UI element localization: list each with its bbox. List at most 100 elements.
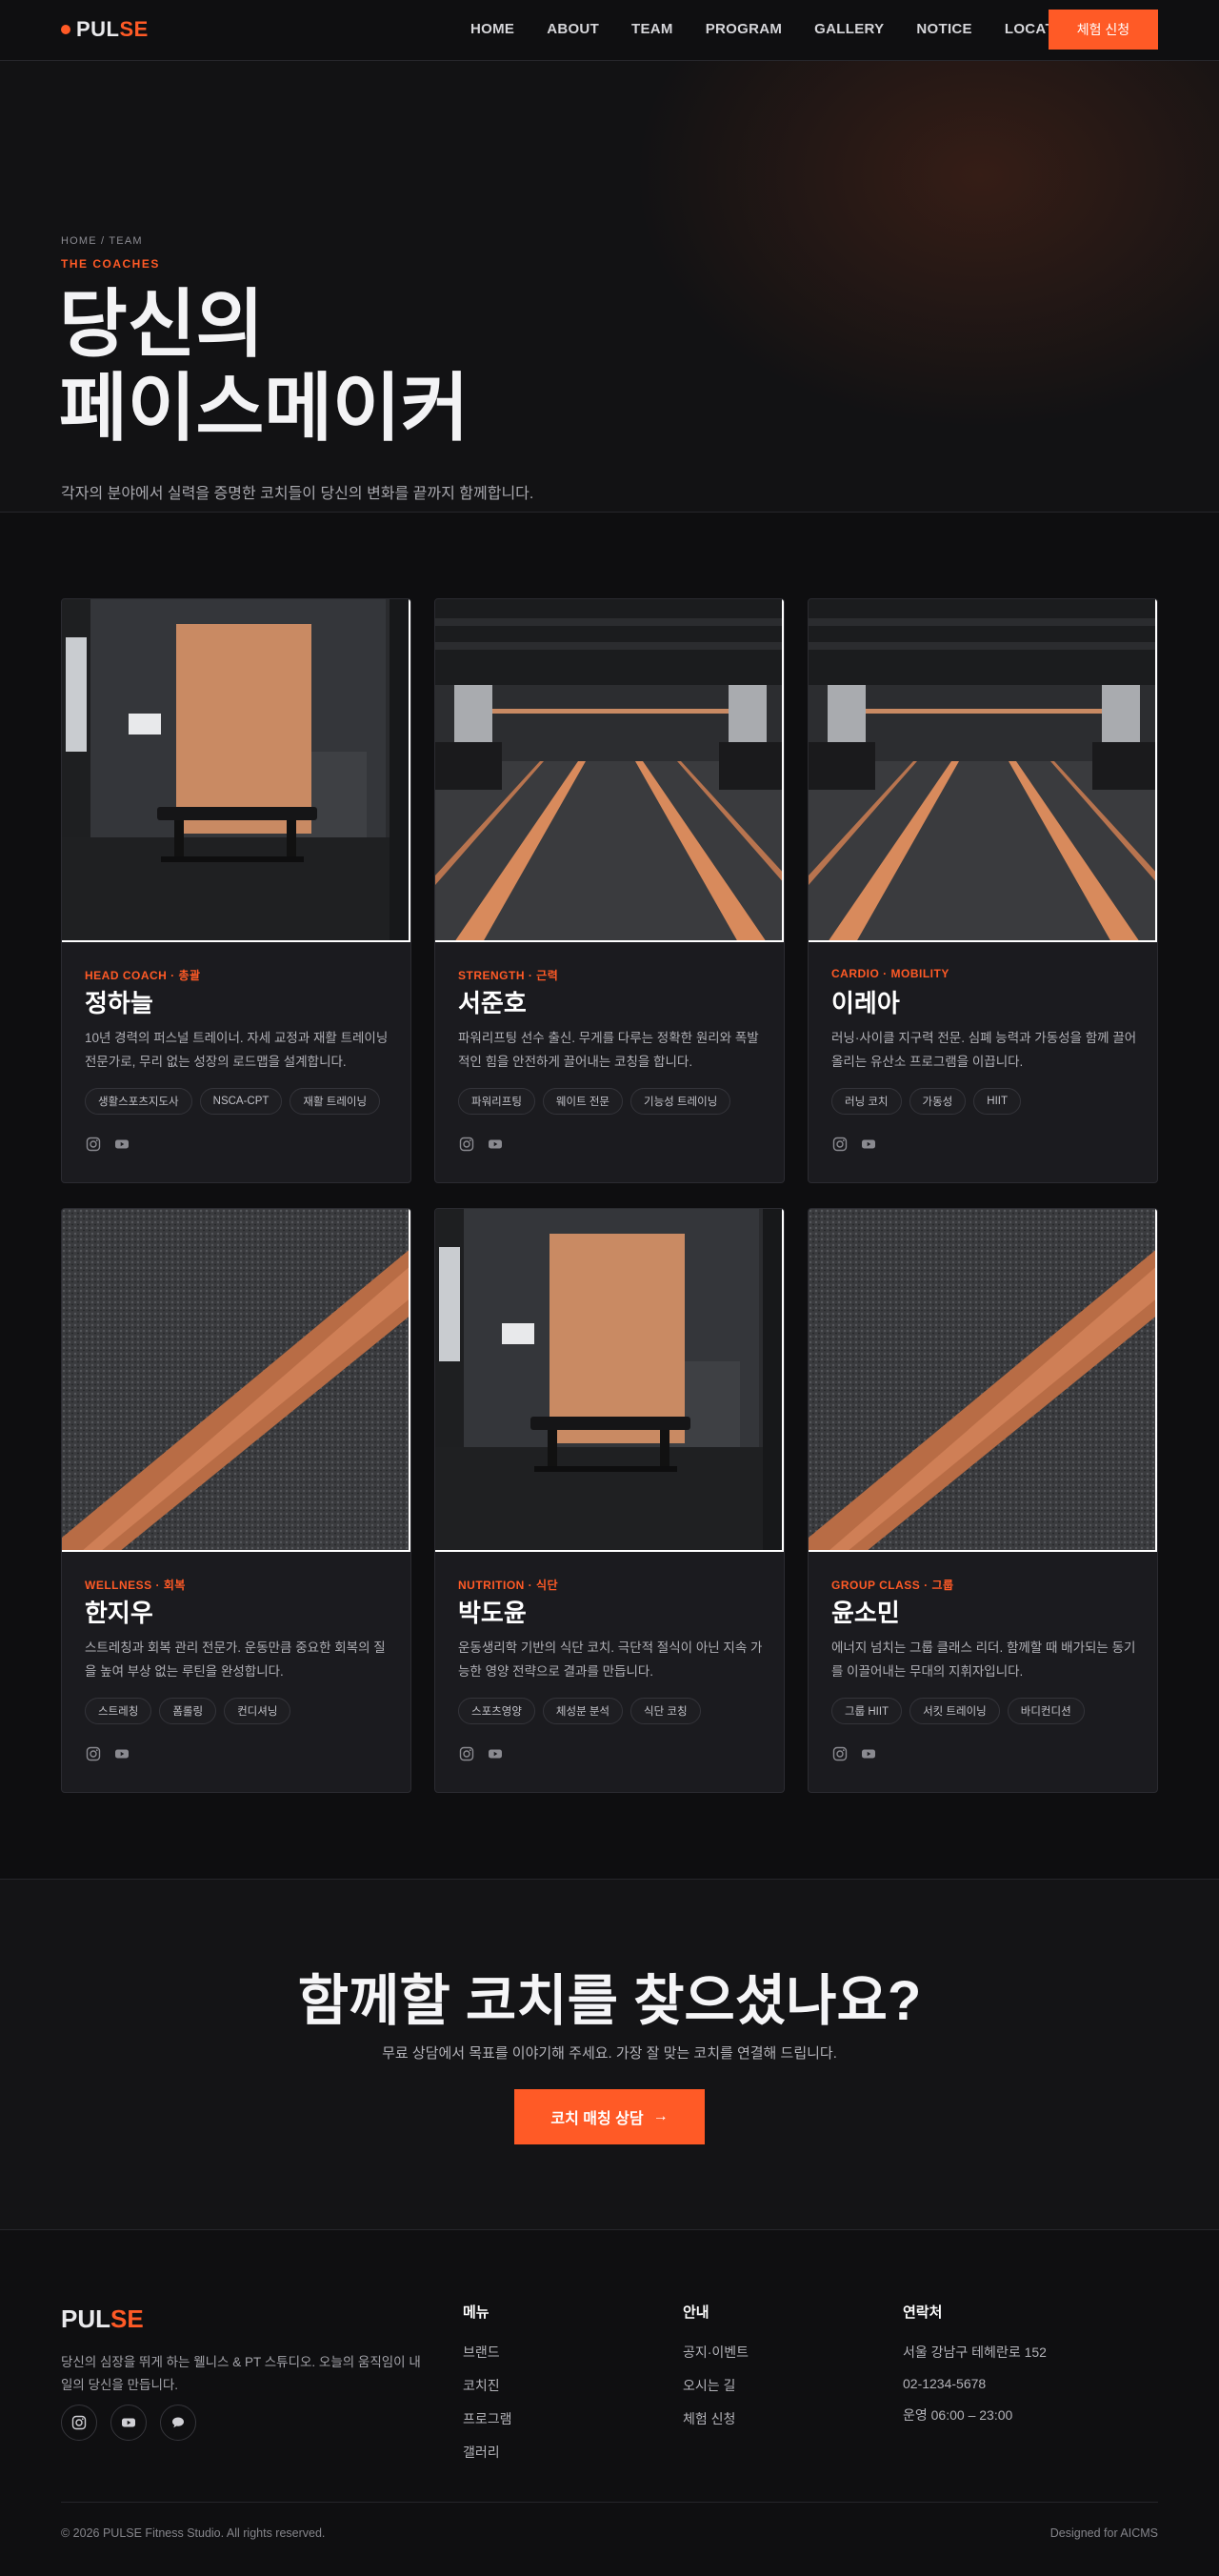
instagram-icon[interactable] (85, 1745, 102, 1762)
cta-title: 함께할 코치를 찾으셨나요? (297, 1970, 922, 2032)
coach-tag: 그룹 HIIT (831, 1698, 903, 1724)
footer-logo-accent: SE (110, 2304, 144, 2333)
cta-text: 무료 상담에서 목표를 이야기해 주세요. 가장 잘 맞는 코치를 연결해 드립… (382, 2045, 837, 2062)
breadcrumb: HOME / TEAM (61, 235, 143, 247)
coach-name: 박도윤 (458, 1599, 527, 1627)
youtube-icon[interactable] (113, 1136, 130, 1153)
coach-name: 한지우 (85, 1599, 153, 1627)
copyright: © 2026 PULSE Fitness Studio. All rights … (61, 2526, 326, 2540)
logo[interactable]: PUL SE (61, 17, 149, 42)
site-footer: PULSE 당신의 심장을 뛰게 하는 웰니스 & PT 스튜디오. 오늘의 움… (0, 2230, 1219, 2576)
footer-menu-title: 메뉴 (463, 2304, 490, 2321)
coach-tags: 러닝 코치 가동성 HIIT (831, 1088, 1021, 1115)
coach-card[interactable]: HEAD COACH · 총괄 정하늘 10년 경력의 퍼스널 트레이너. 자세… (61, 598, 411, 1183)
youtube-icon[interactable] (860, 1745, 877, 1762)
coach-card[interactable]: WELLNESS · 회복 한지우 스트레칭과 회복 관리 전문가. 운동만큼 … (61, 1208, 411, 1793)
footer-phone: 02-1234-5678 (903, 2376, 987, 2391)
hero-subtitle: 각자의 분야에서 실력을 증명한 코치들이 당신의 변화를 끝까지 함께합니다. (61, 486, 534, 502)
footer-logo[interactable]: PULSE (61, 2304, 144, 2334)
footer-link-coaches[interactable]: 코치진 (463, 2376, 512, 2395)
coach-tag: 가동성 (909, 1088, 967, 1115)
coach-socials (85, 1136, 130, 1153)
footer-logo-main: PUL (61, 2304, 110, 2333)
coach-description: 에너지 넘치는 그룹 클래스 리더. 함께할 때 배가되는 동기를 이끌어내는 … (831, 1640, 1136, 1679)
hero-section: HOME / TEAM THE COACHES 당신의 페이스메이커 각자의 분… (0, 61, 1219, 513)
coach-socials (458, 1136, 504, 1153)
nav-notice[interactable]: NOTICE (916, 21, 971, 37)
coach-tag: 체성분 분석 (542, 1698, 624, 1724)
coach-tag: 생활스포츠지도사 (85, 1088, 192, 1115)
footer-link-trial[interactable]: 체험 신청 (683, 2409, 749, 2428)
nav-about[interactable]: ABOUT (547, 21, 599, 37)
footer-link-brand[interactable]: 브랜드 (463, 2343, 512, 2362)
coach-tag: 파워리프팅 (458, 1088, 535, 1115)
footer-link-notice[interactable]: 공지·이벤트 (683, 2343, 749, 2362)
main-nav: HOME ABOUT TEAM PROGRAM GALLERY NOTICE L… (470, 21, 1112, 37)
coach-photo (809, 599, 1157, 942)
coach-tags: 스트레칭 폼롤링 컨디셔닝 (85, 1698, 291, 1724)
coach-tags: 파워리프팅 웨이트 전문 기능성 트레이닝 (458, 1088, 731, 1115)
coach-card[interactable]: GROUP CLASS · 그룹 윤소민 에너지 넘치는 그룹 클래스 리더. … (808, 1208, 1158, 1793)
logo-dot (61, 25, 70, 34)
page-title: 당신의 페이스메이커 (59, 282, 470, 450)
logo-main: PUL (76, 17, 120, 41)
coach-role: HEAD COACH · 총괄 (85, 969, 201, 982)
coach-tag: 폼롤링 (159, 1698, 217, 1724)
hero-kicker: THE COACHES (61, 257, 160, 271)
youtube-icon[interactable] (113, 1745, 130, 1762)
coach-tag: 웨이트 전문 (542, 1088, 624, 1115)
footer-link-directions[interactable]: 오시는 길 (683, 2376, 749, 2395)
nav-team[interactable]: TEAM (631, 21, 673, 37)
coach-tag: 컨디셔닝 (224, 1698, 291, 1724)
instagram-icon[interactable] (85, 1136, 102, 1153)
coach-tag: NSCA-CPT (199, 1088, 283, 1115)
coach-socials (85, 1745, 130, 1762)
coach-card[interactable]: NUTRITION · 식단 박도윤 운동생리학 기반의 식단 코치. 극단적 … (434, 1208, 785, 1793)
coach-role: GROUP CLASS · 그룹 (831, 1579, 954, 1592)
trial-signup-button[interactable]: 체험 신청 (1049, 10, 1158, 50)
coach-role: STRENGTH · 근력 (458, 969, 559, 982)
coach-role: WELLNESS · 회복 (85, 1579, 186, 1592)
instagram-icon[interactable] (61, 2405, 97, 2441)
instagram-icon[interactable] (831, 1136, 849, 1153)
nav-gallery[interactable]: GALLERY (814, 21, 884, 37)
coach-description: 파워리프팅 선수 출신. 무게를 다루는 정확한 원리와 폭발적인 힘을 안전하… (458, 1031, 759, 1069)
nav-program[interactable]: PROGRAM (706, 21, 782, 37)
instagram-icon[interactable] (458, 1136, 475, 1153)
instagram-icon[interactable] (458, 1745, 475, 1762)
youtube-icon[interactable] (487, 1745, 504, 1762)
coach-card[interactable]: STRENGTH · 근력 서준호 파워리프팅 선수 출신. 무게를 다루는 정… (434, 598, 785, 1183)
page-title-line2: 페이스메이커 (59, 366, 470, 450)
footer-info-column: 안내 공지·이벤트 오시는 길 체험 신청 (683, 2302, 749, 2443)
instagram-icon[interactable] (831, 1745, 849, 1762)
coach-tag: 서킷 트레이닝 (909, 1698, 1000, 1724)
coach-card[interactable]: CARDIO · MOBILITY 이레아 러닝·사이클 지구력 전문. 심폐 … (808, 598, 1158, 1183)
coach-tags: 그룹 HIIT 서킷 트레이닝 바디컨디션 (831, 1698, 1085, 1724)
coach-description: 스트레칭과 회복 관리 전문가. 운동만큼 중요한 회복의 질을 높여 부상 없… (85, 1640, 386, 1679)
coach-socials (831, 1136, 877, 1153)
coach-tag: 기능성 트레이닝 (630, 1088, 731, 1115)
coach-matching-button[interactable]: 코치 매칭 상담 → (514, 2089, 705, 2144)
youtube-icon[interactable] (110, 2405, 147, 2441)
coach-photo (435, 1209, 784, 1552)
nav-home[interactable]: HOME (470, 21, 514, 37)
coach-socials (831, 1745, 877, 1762)
youtube-icon[interactable] (487, 1136, 504, 1153)
coach-role: CARDIO · MOBILITY (831, 967, 949, 980)
footer-link-gallery[interactable]: 갤러리 (463, 2443, 512, 2462)
coach-photo (809, 1209, 1157, 1552)
chat-bubble-icon[interactable] (160, 2405, 196, 2441)
youtube-icon[interactable] (860, 1136, 877, 1153)
coach-role: NUTRITION · 식단 (458, 1579, 559, 1592)
footer-hours: 운영 06:00 – 23:00 (903, 2407, 1013, 2423)
coach-tags: 스포츠영양 체성분 분석 식단 코칭 (458, 1698, 701, 1724)
page-title-line1: 당신의 (59, 282, 265, 366)
footer-link-program[interactable]: 프로그램 (463, 2409, 512, 2428)
coach-tag: 스포츠영양 (458, 1698, 535, 1724)
design-credit: Designed for AICMS (1049, 2526, 1158, 2540)
coach-description: 운동생리학 기반의 식단 코치. 극단적 절식이 아닌 지속 가능한 영양 전략… (458, 1640, 763, 1679)
coach-tag: 러닝 코치 (831, 1088, 902, 1115)
coach-tag: 스트레칭 (85, 1698, 152, 1724)
coach-matching-label: 코치 매칭 상담 (550, 2111, 644, 2127)
arrow-right-icon: → (652, 2108, 669, 2124)
